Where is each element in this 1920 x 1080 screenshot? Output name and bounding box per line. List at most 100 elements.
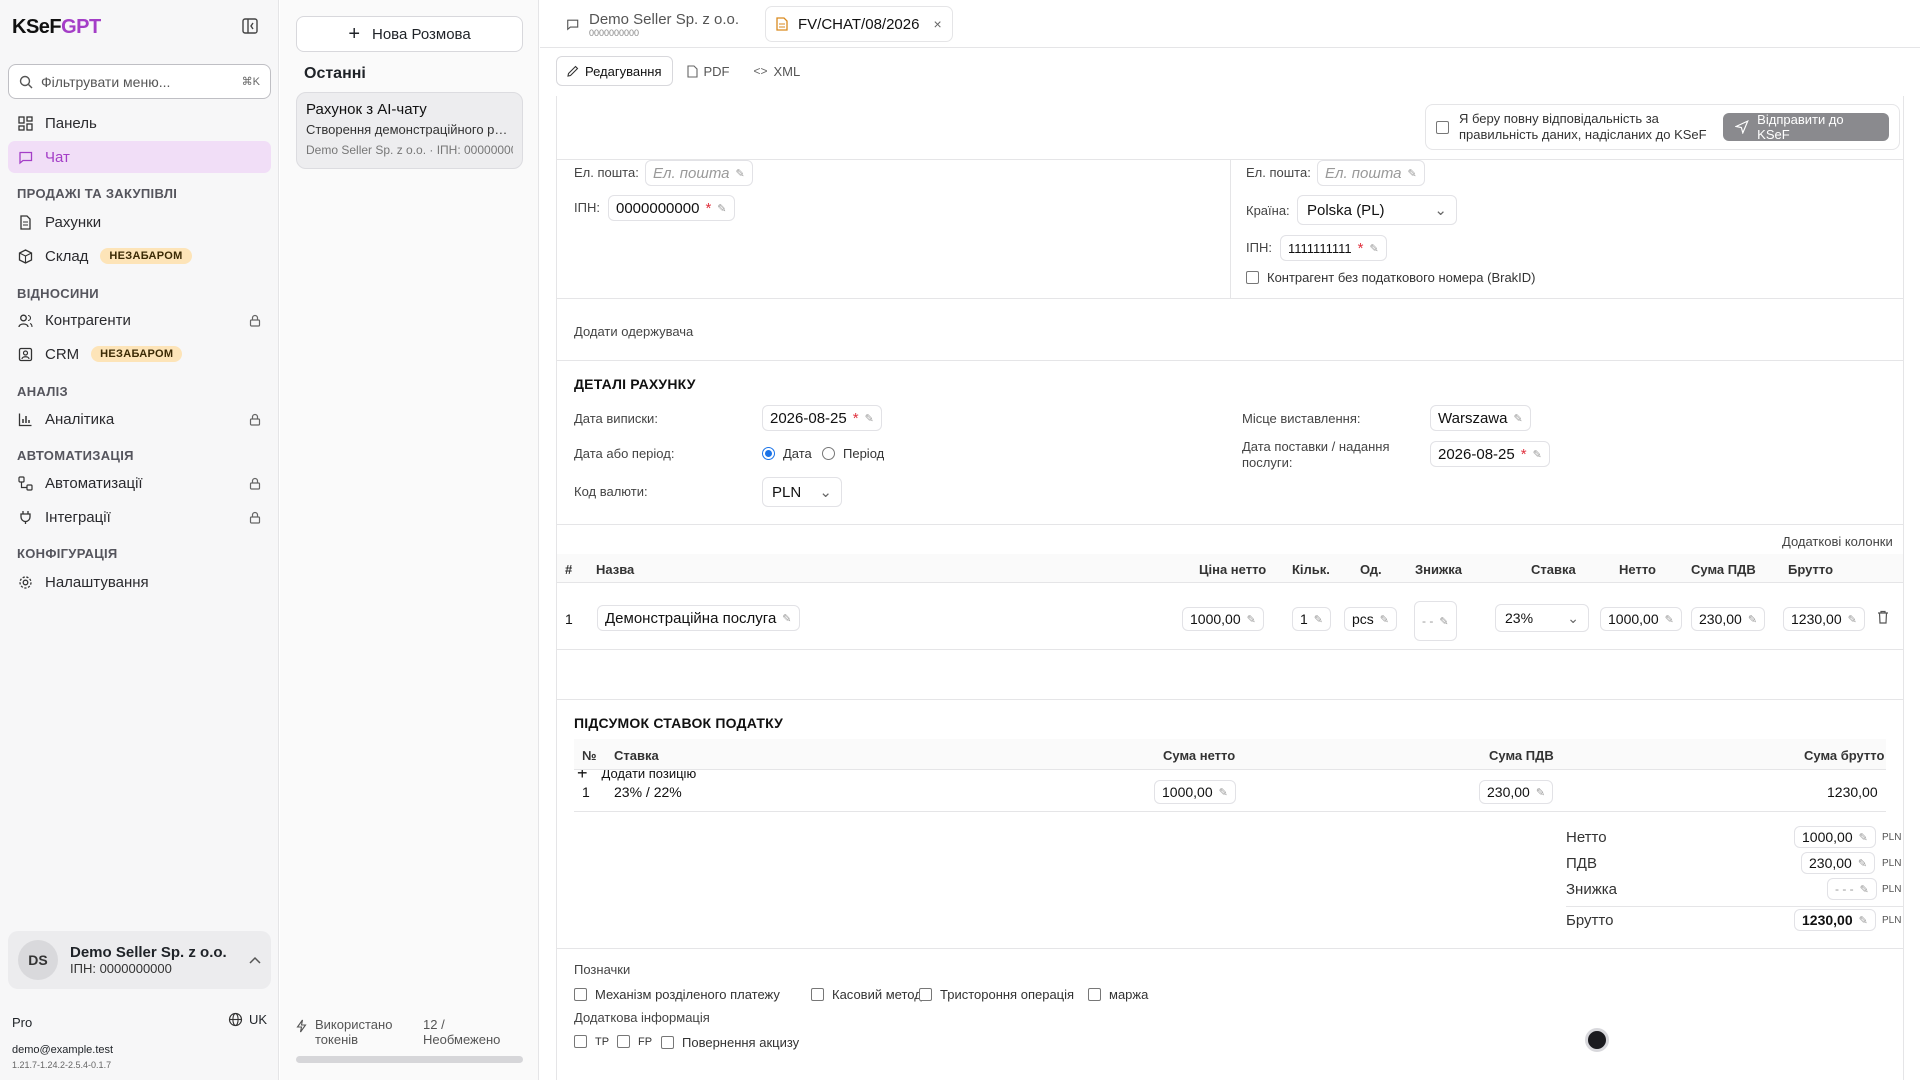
sidebar-collapse-icon[interactable] <box>242 18 262 36</box>
pencil-icon: ✎ <box>1858 914 1868 927</box>
section-heading-relations: ВІДНОСИНИ <box>17 286 99 301</box>
add-recipient-link[interactable]: Додати одержувача <box>574 324 693 339</box>
item-discount-field[interactable]: - - ✎ <box>1414 601 1457 641</box>
additional-tp[interactable]: TP <box>574 1035 609 1048</box>
mode-xml[interactable]: <> XML <box>744 56 811 86</box>
total-vat-field[interactable]: 230,00 ✎ <box>1801 852 1876 874</box>
total-net-label: Нетто <box>1566 829 1607 846</box>
divider <box>557 948 1903 949</box>
additional-fp[interactable]: FP <box>617 1035 652 1048</box>
sidebar-item-panel[interactable]: Панель <box>8 107 271 139</box>
close-icon[interactable]: × <box>933 16 941 32</box>
sidebar-item-label: Чат <box>45 148 70 166</box>
workflow-icon <box>18 475 33 491</box>
user-email: demo@example.test <box>12 1044 114 1056</box>
mark-cash-method[interactable]: Касовий метод <box>811 987 922 1002</box>
total-discount-label: Знижка <box>1566 881 1617 898</box>
margin-checkbox[interactable] <box>1088 988 1101 1001</box>
item-gross-field[interactable]: 1230,00 ✎ <box>1783 607 1865 631</box>
sidebar-item-automations[interactable]: Автоматизації <box>8 467 271 499</box>
sidebar-item-invoices[interactable]: Рахунки <box>8 206 271 238</box>
no-tin-checkbox[interactable] <box>1246 271 1259 284</box>
new-chat-button[interactable]: + Нова Розмова <box>296 16 523 52</box>
buyer-no-tin-option[interactable]: Контрагент без податкового номера (BrakI… <box>1246 270 1536 285</box>
total-gross-field[interactable]: 1230,00 ✎ <box>1794 909 1876 931</box>
item-name-field[interactable]: Демонстраційна послуга ✎ <box>597 605 800 631</box>
date-radio[interactable] <box>762 447 775 460</box>
item-qty-field[interactable]: 1 ✎ <box>1292 607 1332 631</box>
sidebar-item-warehouse[interactable]: Склад НЕЗАБАРОМ <box>8 240 271 272</box>
pencil-icon: ✎ <box>1664 613 1674 626</box>
cash-method-checkbox[interactable] <box>811 988 824 1001</box>
tax-row-number: 1 <box>582 784 590 800</box>
mode-pdf[interactable]: PDF <box>677 56 740 86</box>
excise-checkbox[interactable] <box>661 1036 674 1049</box>
tp-checkbox[interactable] <box>574 1035 587 1048</box>
sidebar-item-crm[interactable]: CRM НЕЗАБАРОМ <box>8 338 271 370</box>
submit-bar: Я беру повну відповідальність за правиль… <box>557 96 1903 160</box>
item-net-field[interactable]: 1000,00 ✎ <box>1600 607 1682 631</box>
period-radio[interactable] <box>822 447 835 460</box>
language-switcher[interactable]: UK <box>228 1012 267 1027</box>
mark-triangular[interactable]: Тристороння операція <box>919 987 1074 1002</box>
pencil-icon: ✎ <box>1747 613 1758 626</box>
buyer-tin-field[interactable]: 1111111111 * ✎ <box>1280 235 1387 261</box>
additional-label: Повернення акцизу <box>682 1035 800 1050</box>
floating-assistant-button[interactable] <box>1585 1028 1609 1052</box>
section-heading-config: КОНФІГУРАЦІЯ <box>17 546 118 561</box>
account-switcher[interactable]: DS Demo Seller Sp. z o.o. ІПН: 000000000… <box>8 931 271 989</box>
item-unit-field[interactable]: pcs ✎ <box>1344 607 1398 631</box>
sidebar-item-integrations[interactable]: Інтеграції <box>8 501 271 533</box>
seller-tin-field[interactable]: 0000000000 * ✎ <box>608 195 735 221</box>
menu-filter-input[interactable]: Фільтрувати меню... ⌘K <box>8 64 271 99</box>
seller-email-field[interactable]: Ел. пошта ✎ <box>645 160 753 186</box>
sidebar-item-label: Склад <box>45 247 89 265</box>
tax-row-net-value: 1000,00 <box>1162 784 1213 800</box>
total-net-field[interactable]: 1000,00 ✎ <box>1794 826 1876 848</box>
send-icon <box>1735 120 1750 134</box>
date-or-period-label: Дата або період: <box>574 446 675 461</box>
place-field[interactable]: Warszawa ✎ <box>1430 405 1531 431</box>
sidebar-item-contractors[interactable]: Контрагенти <box>8 304 271 336</box>
extra-columns-button[interactable]: Додаткові колонки <box>1782 534 1893 549</box>
issue-date-field[interactable]: 2026-08-25 * ✎ <box>762 405 882 431</box>
sidebar-item-settings[interactable]: Налаштування <box>8 566 271 598</box>
send-to-ksef-button[interactable]: Відправити до KSeF <box>1723 112 1889 142</box>
item-unit-value: pcs <box>1352 611 1374 627</box>
confirm-checkbox[interactable] <box>1436 120 1449 134</box>
sidebar-item-analytics[interactable]: Аналітика <box>8 403 271 435</box>
currency-label: PLN <box>1882 832 1902 843</box>
account-tin: ІПН: 0000000000 <box>70 961 172 976</box>
marks-title: Позначки <box>574 962 631 977</box>
period-option[interactable]: Період <box>822 446 884 461</box>
buyer-country-select[interactable]: Polska (PL) ⌄ <box>1297 195 1457 225</box>
tab-seller[interactable]: Demo Seller Sp. z o.o. 0000000000 <box>556 6 749 42</box>
delivery-date-field[interactable]: 2026-08-25 * ✎ <box>1430 441 1550 467</box>
currency-select[interactable]: PLN ⌄ <box>762 477 842 507</box>
tax-row-vat-value: 230,00 <box>1487 784 1530 800</box>
date-option[interactable]: Дата <box>762 446 812 461</box>
tab-invoice[interactable]: FV/CHAT/08/2026 × <box>765 6 953 42</box>
item-price-field[interactable]: 1000,00 ✎ <box>1182 607 1264 631</box>
mode-edit[interactable]: Редагування <box>556 56 673 86</box>
triangular-checkbox[interactable] <box>919 988 932 1001</box>
item-vat-value: 230,00 <box>1699 611 1742 627</box>
item-vat-field[interactable]: 230,00 ✎ <box>1691 607 1766 631</box>
tax-row-vat-field[interactable]: 230,00 ✎ <box>1479 780 1554 804</box>
tax-row-net-field[interactable]: 1000,00 ✎ <box>1154 780 1236 804</box>
mark-split-payment[interactable]: Механізм розділеного платежу <box>574 987 780 1002</box>
split-payment-checkbox[interactable] <box>574 988 587 1001</box>
item-rate-select[interactable]: 23% ⌄ <box>1495 604 1589 632</box>
total-gross-label: Брутто <box>1566 912 1614 929</box>
trash-icon[interactable] <box>1877 610 1889 624</box>
buyer-country-value: Polska (PL) <box>1307 201 1385 219</box>
additional-excise[interactable]: Повернення акцизу <box>661 1035 799 1050</box>
buyer-email-field[interactable]: Ел. пошта ✎ <box>1317 160 1425 186</box>
contact-card-icon <box>18 347 33 361</box>
total-discount-field[interactable]: - - - ✎ <box>1827 878 1877 900</box>
sidebar-item-chat[interactable]: Чат <box>8 141 271 173</box>
chat-list-item[interactable]: Рахунок з AI-чату Створення демонстрацій… <box>296 92 523 169</box>
mark-margin[interactable]: маржа <box>1088 987 1148 1002</box>
chevron-down-icon: ⌄ <box>819 484 832 501</box>
fp-checkbox[interactable] <box>617 1035 630 1048</box>
